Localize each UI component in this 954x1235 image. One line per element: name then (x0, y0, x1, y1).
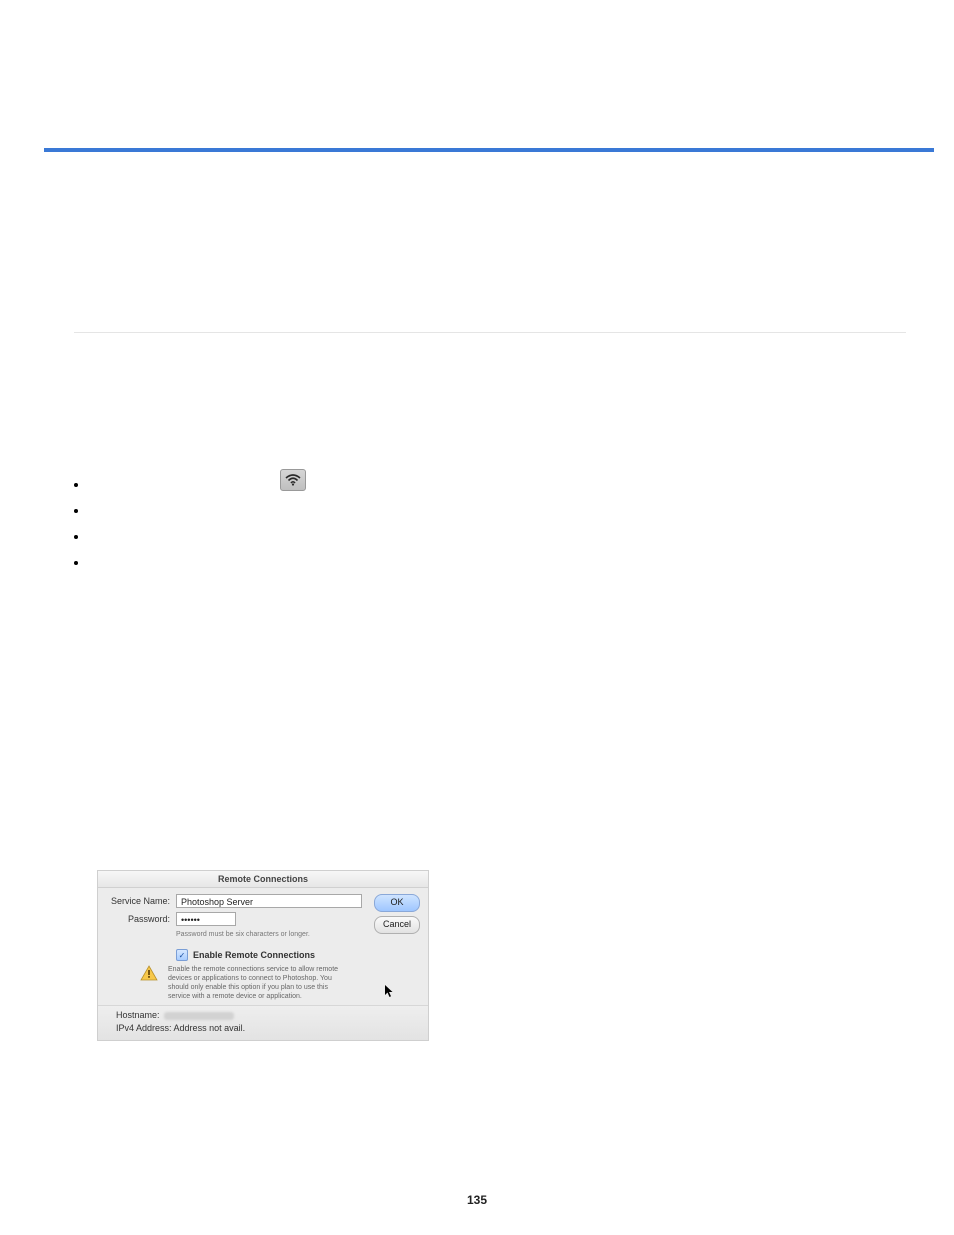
bullet-item (74, 524, 96, 550)
password-label: Password: (106, 914, 176, 924)
wifi-icon (280, 469, 306, 491)
ipv4-label: IPv4 Address: (116, 1023, 172, 1033)
bullet-item (74, 472, 96, 498)
bullet-dot (74, 509, 78, 513)
bullet-item (74, 550, 96, 576)
service-name-label: Service Name: (106, 896, 176, 906)
service-name-input[interactable]: Photoshop Server (176, 894, 362, 908)
remote-connections-dialog: Remote Connections OK Cancel Service Nam… (97, 870, 429, 1041)
warning-text: Enable the remote connections service to… (168, 965, 348, 1001)
header-rule (44, 148, 934, 152)
dialog-title: Remote Connections (98, 871, 428, 888)
warning-icon (140, 965, 158, 981)
enable-remote-checkbox[interactable]: ✓ (176, 949, 188, 961)
dialog-footer: Hostname: IPv4 Address: Address not avai… (98, 1005, 428, 1040)
bullet-item (74, 498, 96, 524)
hostname-label: Hostname: (116, 1010, 160, 1020)
password-input[interactable]: •••••• (176, 912, 236, 926)
section-rule (74, 332, 906, 333)
bullet-dot (74, 561, 78, 565)
page-number: 135 (0, 1193, 954, 1207)
bullet-list (74, 472, 96, 576)
ok-button[interactable]: OK (374, 894, 420, 912)
bullet-dot (74, 483, 78, 487)
cursor-icon (384, 984, 394, 1001)
bullet-dot (74, 535, 78, 539)
ipv4-value: Address not avail. (174, 1023, 246, 1033)
cancel-button[interactable]: Cancel (374, 916, 420, 934)
enable-remote-label: Enable Remote Connections (193, 950, 315, 960)
hostname-value-redacted (164, 1012, 234, 1020)
